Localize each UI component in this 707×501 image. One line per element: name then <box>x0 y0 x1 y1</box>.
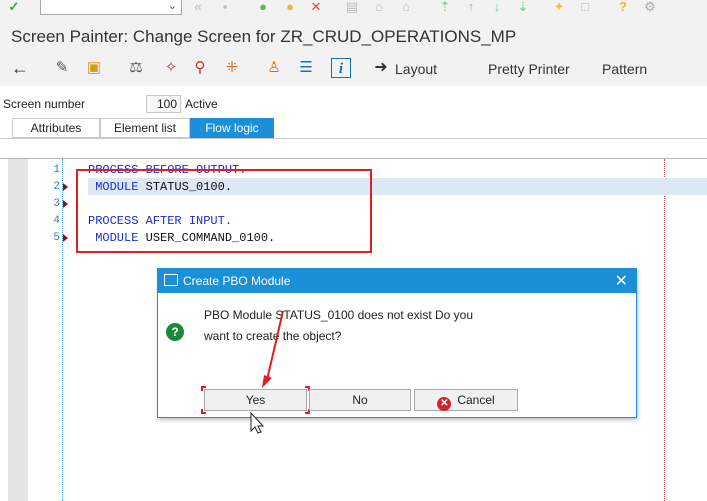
annotation-overlay <box>250 310 284 434</box>
annotation-arrow <box>266 310 284 381</box>
annotation-arrowhead <box>262 375 272 388</box>
mouse-cursor-icon <box>250 411 265 434</box>
